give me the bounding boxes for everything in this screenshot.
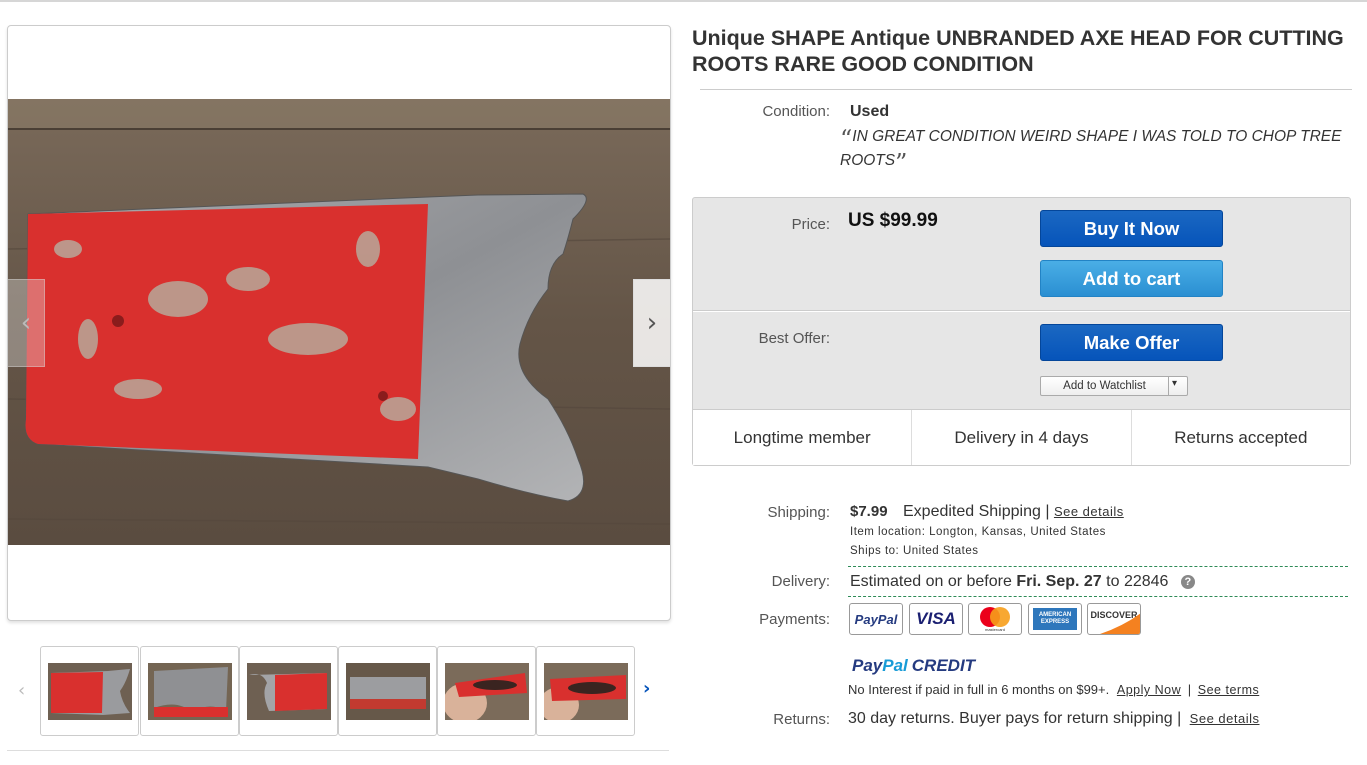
add-to-watchlist-button[interactable]: Add to Watchlist ▾ <box>1040 376 1188 396</box>
mastercard-circles-icon <box>980 607 1010 627</box>
shipping-see-details-link[interactable]: See details <box>1054 504 1124 519</box>
payments-label: Payments: <box>759 611 830 628</box>
delivery-zip: to 22846 <box>1106 573 1169 590</box>
feature-returns: Returns accepted <box>1174 427 1308 447</box>
shipping-method: Expedited Shipping | See details <box>903 503 1124 521</box>
returns-see-details-link[interactable]: See details <box>1190 711 1260 726</box>
chevron-right-icon: › <box>646 308 658 338</box>
delivery-label: Delivery: <box>771 573 830 590</box>
open-quote-icon: “ <box>840 125 853 153</box>
item-location: Item location: Longton, Kansas, United S… <box>850 526 1106 538</box>
discover-swoosh-icon <box>1099 613 1140 634</box>
thumbnail-4[interactable] <box>338 646 437 736</box>
divider <box>7 750 669 751</box>
divider <box>848 566 1348 567</box>
paypal-credit-word: CREDIT <box>911 656 976 675</box>
visa-text: VISA <box>916 609 956 628</box>
watchlist-label[interactable]: Add to Watchlist <box>1041 380 1168 392</box>
see-terms-link[interactable]: See terms <box>1198 683 1259 697</box>
make-offer-button[interactable]: Make Offer <box>1040 324 1223 361</box>
paypal-text: PayPal <box>854 611 898 627</box>
main-product-image[interactable] <box>8 99 670 545</box>
next-image-button[interactable]: › <box>633 279 670 367</box>
thumbnail-5[interactable] <box>437 646 536 736</box>
visa-logo-icon: VISA <box>909 603 963 635</box>
returns-policy-text: 30 day returns. Buyer pays for return sh… <box>848 710 1182 727</box>
thumbs-prev-chevron-left-icon[interactable]: ‹ <box>18 680 25 701</box>
buy-it-now-button[interactable]: Buy It Now <box>1040 210 1223 247</box>
credit-separator: | <box>1187 682 1192 697</box>
thumbnail-6[interactable] <box>536 646 635 736</box>
returns-label: Returns: <box>773 711 830 728</box>
discover-logo-icon: DISCOVER <box>1087 603 1141 635</box>
divider <box>700 89 1352 90</box>
amex-logo-icon: AMERICAN EXPRESS <box>1028 603 1082 635</box>
condition-label: Condition: <box>762 103 830 120</box>
delivery-estimate: Estimated on or before Fri. Sep. 27 to 2… <box>850 573 1195 591</box>
main-image-frame: ‹ › <box>7 25 671 621</box>
credit-offer: No Interest if paid in full in 6 months … <box>848 682 1259 697</box>
divider <box>693 310 1350 312</box>
prev-image-button[interactable]: ‹ <box>8 279 45 367</box>
close-quote-icon: ” <box>895 149 908 177</box>
item-location-label: Item location: <box>850 526 926 538</box>
chevron-left-icon: ‹ <box>20 308 32 338</box>
mastercard-logo-icon: mastercard <box>968 603 1022 635</box>
help-icon[interactable]: ? <box>1180 575 1195 589</box>
add-to-cart-button[interactable]: Add to cart <box>1040 260 1223 297</box>
credit-offer-text: No Interest if paid in full in 6 months … <box>848 682 1110 697</box>
condition-description: IN GREAT CONDITION WEIRD SHAPE I WAS TOL… <box>840 128 1342 169</box>
thumbnail-2[interactable] <box>140 646 239 736</box>
top-border <box>0 0 1367 2</box>
ships-to-label: Ships to: <box>850 545 900 557</box>
ships-to: Ships to: United States <box>850 545 979 557</box>
apply-now-link[interactable]: Apply Now <box>1117 683 1181 697</box>
price-label: Price: <box>791 216 830 233</box>
delivery-date: Fri. Sep. 27 <box>1016 573 1102 590</box>
paypal-credit-pal: Pal <box>882 656 908 675</box>
paypal-credit-logo: PayPal CREDIT <box>852 656 975 676</box>
listing-title: Unique SHAPE Antique UNBRANDED AXE HEAD … <box>692 26 1344 76</box>
feature-longtime-member: Longtime member <box>693 410 913 465</box>
thumbnail-3[interactable] <box>239 646 338 736</box>
paypal-credit-pay: Pay <box>852 656 883 675</box>
condition-value: Used <box>850 103 890 120</box>
returns-policy: 30 day returns. Buyer pays for return sh… <box>848 710 1260 728</box>
item-location-value: Longton, Kansas, United States <box>929 526 1106 538</box>
thumbs-next-chevron-right-icon[interactable]: › <box>643 678 650 699</box>
feature-delivery: Delivery in 4 days <box>912 410 1132 465</box>
best-offer-label: Best Offer: <box>758 330 830 347</box>
shipping-method-text: Expedited Shipping | <box>903 503 1050 520</box>
thumbnail-1[interactable] <box>40 646 139 736</box>
shipping-label: Shipping: <box>767 504 830 521</box>
ships-to-value: United States <box>902 545 979 557</box>
delivery-prefix: Estimated on or before <box>850 573 1012 590</box>
shipping-price: $7.99 <box>850 503 888 520</box>
amex-text: AMERICAN EXPRESS <box>1033 608 1077 630</box>
feature-strip: Longtime member Delivery in 4 days Retur… <box>693 409 1350 465</box>
mastercard-text: mastercard <box>984 627 1005 632</box>
divider <box>1168 377 1169 395</box>
divider <box>848 596 1348 597</box>
price-value: US $99.99 <box>848 210 938 231</box>
caret-down-icon[interactable]: ▾ <box>1172 378 1177 389</box>
seller-notes: “IN GREAT CONDITION WEIRD SHAPE I WAS TO… <box>840 125 1355 175</box>
paypal-logo-icon: PayPal <box>849 603 903 635</box>
